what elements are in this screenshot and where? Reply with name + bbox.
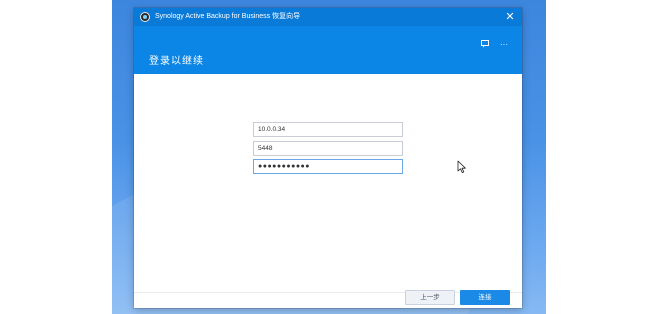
mouse-cursor-icon	[457, 160, 466, 173]
more-options-icon[interactable]: ···	[498, 40, 510, 50]
connect-button[interactable]: 连接	[460, 290, 510, 305]
previous-button[interactable]: 上一步	[405, 290, 455, 305]
login-form	[134, 74, 522, 292]
recovery-wizard-window: Synology Active Backup for Business 恢复向导…	[134, 8, 522, 308]
title-bar: Synology Active Backup for Business 恢复向导…	[134, 8, 522, 26]
feedback-icon[interactable]	[479, 40, 491, 50]
window-title: Synology Active Backup for Business 恢复向导	[155, 13, 301, 20]
port-input[interactable]	[253, 141, 403, 156]
feedback-icon-shape	[481, 40, 489, 48]
page-title: 登录以继续	[149, 56, 204, 67]
wizard-header: ··· 登录以继续	[134, 26, 522, 74]
close-icon[interactable]: ✕	[502, 9, 518, 25]
server-address-input[interactable]	[253, 122, 403, 137]
app-logo-icon	[140, 12, 150, 22]
password-input[interactable]	[253, 159, 403, 174]
